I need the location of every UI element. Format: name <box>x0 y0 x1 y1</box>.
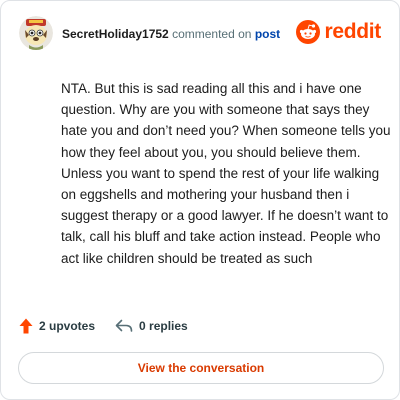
replies-count: 0 replies <box>139 319 188 333</box>
username[interactable]: SecretHoliday1752 <box>62 27 169 41</box>
action-text: commented on <box>172 27 252 41</box>
comment-body: NTA. But this is sad reading all this an… <box>61 81 391 266</box>
view-conversation-button[interactable]: View the conversation <box>18 352 384 384</box>
comment-stats: 2 upvotes 0 replies <box>19 318 188 334</box>
comment-card: SecretHoliday1752 commented on post redd… <box>0 0 400 400</box>
upvotes-stat[interactable]: 2 upvotes <box>19 318 95 334</box>
reddit-snoo-icon <box>296 20 321 44</box>
comment-header: SecretHoliday1752 commented on post redd… <box>17 15 383 55</box>
byline: SecretHoliday1752 commented on post <box>62 27 280 41</box>
user-avatar[interactable] <box>19 16 53 50</box>
brand-name: reddit <box>324 20 381 43</box>
reply-arrow-icon <box>115 319 133 332</box>
upvote-arrow-icon <box>19 318 33 334</box>
reddit-logo[interactable]: reddit <box>296 20 381 44</box>
post-link[interactable]: post <box>255 27 280 41</box>
avatar-icon <box>19 16 53 50</box>
replies-stat[interactable]: 0 replies <box>115 319 188 333</box>
upvotes-count: 2 upvotes <box>39 319 96 333</box>
